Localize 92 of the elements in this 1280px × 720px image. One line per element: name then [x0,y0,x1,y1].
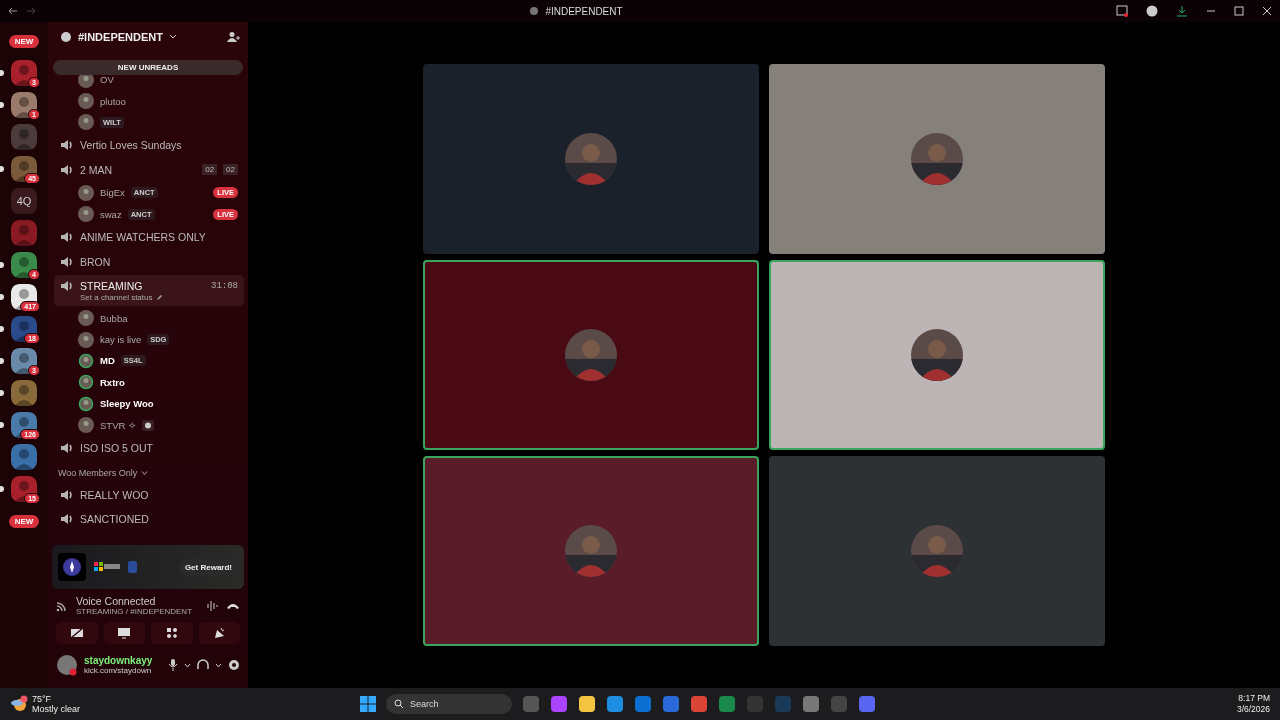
server-icon[interactable] [11,156,37,182]
server-icon [60,31,72,43]
weather-icon [10,695,28,713]
shapes-icon [165,627,178,639]
user-name[interactable]: Rxtro [100,376,125,388]
user-name[interactable]: Bubba [100,312,128,324]
start-icon[interactable] [360,696,376,712]
sound-wave-icon[interactable] [206,599,218,612]
speaker-icon [60,162,74,177]
soundboard-icon [213,627,226,639]
chevron-down-icon[interactable] [215,661,222,669]
voice-status: Voice Connected [76,595,157,607]
voice-channel[interactable]: BRON [54,250,244,273]
soundboard-button[interactable] [198,622,240,644]
user-name[interactable]: MD [100,355,115,367]
window-title: #INDEPENDENT [545,5,623,17]
video-tile[interactable] [769,260,1105,450]
activities-button[interactable] [151,622,193,644]
microphone-icon[interactable] [168,659,178,671]
chevron-down-icon[interactable] [141,470,149,477]
pencil-icon[interactable] [155,294,163,302]
clock-time: 8:17 PM [1237,692,1270,704]
video-tile[interactable] [769,456,1105,646]
chevron-down-icon[interactable] [168,33,177,41]
temperature: 75°F [32,694,53,704]
server-icon[interactable] [11,284,37,310]
back-arrow-icon[interactable] [8,6,18,16]
video-tile[interactable] [423,64,759,254]
user-name[interactable]: Sleepy Woo [100,398,154,410]
user-name[interactable]: STVR ✧ [100,419,136,431]
screen-share-button[interactable] [103,622,145,644]
weather-condition: Mostly clear [32,704,80,714]
server-icon[interactable] [11,476,37,502]
voice-channel[interactable]: REALLY WOO [54,483,244,506]
call-timer: 31:08 [211,281,238,292]
download-icon[interactable] [1176,5,1188,17]
signal-icon [56,599,68,612]
voice-channel[interactable]: ISO ISO 5 OUT [54,436,244,460]
monitor-icon [117,627,132,639]
add-user-icon[interactable] [227,31,240,43]
user-name[interactable]: OV [100,74,114,86]
search-field[interactable]: Search [386,694,512,714]
hang-up-icon[interactable] [226,601,240,610]
video-tile[interactable] [769,64,1105,254]
new-badge[interactable]: NEW [8,34,40,48]
user-name[interactable]: plutoo [100,95,126,107]
speaker-icon [60,487,74,502]
headphones-icon[interactable] [197,659,209,671]
speaker-icon [60,441,74,456]
camera-off-icon [69,627,84,639]
new-badge[interactable]: NEW [8,514,40,528]
user-count: 02 [223,164,238,176]
voice-channel[interactable]: SANCTIONED [54,507,244,531]
video-tile[interactable] [423,260,759,450]
voice-channel[interactable]: STREAMING 31:08 Set a channel status [54,274,244,307]
server-icon[interactable] [11,252,37,278]
channel-status[interactable]: Set a channel status [80,293,153,303]
close-icon[interactable] [1262,6,1272,16]
search-icon [394,699,404,709]
user-name[interactable]: BigEx [100,187,125,199]
user-name: staydownkayy [84,655,154,666]
chevron-down-icon[interactable] [184,661,191,669]
server-icon[interactable] [11,348,37,374]
voice-channel[interactable]: ANIME WATCHERS ONLY [54,225,244,249]
category-header[interactable]: Woo Members Only [58,468,138,479]
user-name[interactable]: swaz [100,208,122,220]
server-button[interactable]: 4Q [11,188,37,214]
server-name[interactable]: #INDEPENDENT [78,31,163,43]
server-icon[interactable] [11,412,37,438]
speaker-icon [60,230,74,245]
server-icon[interactable] [11,316,37,342]
server-icon[interactable] [11,60,37,86]
voice-channel[interactable]: Vertio Loves Sundays [54,134,244,157]
camera-off-button[interactable] [56,622,98,644]
speaker-icon [60,512,74,527]
speaker-icon [60,279,74,294]
maximize-icon[interactable] [1234,6,1244,16]
sponsor-logos-icon [94,560,138,574]
speaker-icon [60,138,74,153]
clock-date: 3/6/2026 [1236,704,1270,716]
video-tile[interactable] [423,456,759,646]
voice-channel-path[interactable]: STREAMING / #INDEPENDENT [76,607,198,616]
quest-icon [58,553,86,581]
inbox-icon[interactable] [1116,5,1128,17]
new-unreads-bar[interactable]: NEW UNREADS [53,60,243,75]
voice-channel[interactable]: 2 MAN 02 02 [54,158,244,182]
user-count: 02 [202,164,218,176]
user-name[interactable]: kay is live [100,334,142,346]
server-icon [529,6,540,16]
user-activity[interactable]: kick.com/staydown [84,666,162,675]
speaker-icon [60,254,74,269]
user-avatar[interactable] [56,654,78,676]
